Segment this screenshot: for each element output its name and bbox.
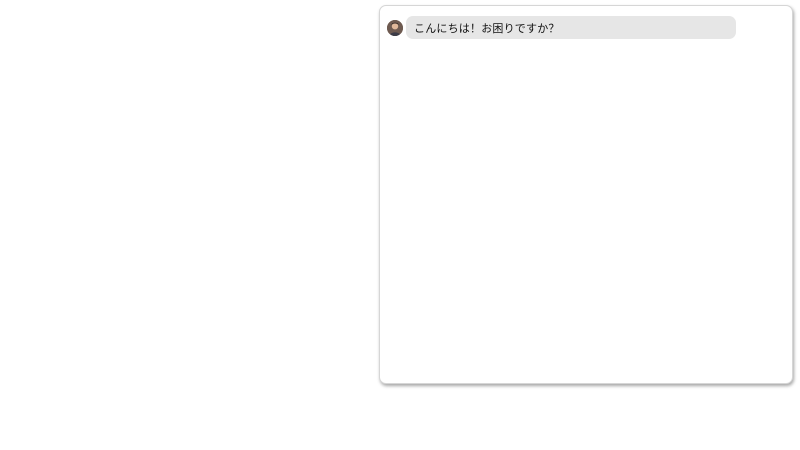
message-text: こんにちは！お困りですか？ xyxy=(414,21,560,35)
message-bubble: こんにちは！お困りですか？ xyxy=(406,16,736,39)
chat-message: こんにちは！お困りですか？ xyxy=(387,16,736,39)
page: こんにちは！お困りですか？ xyxy=(0,0,800,450)
chat-panel: こんにちは！お困りですか？ xyxy=(379,5,793,384)
avatar xyxy=(387,19,403,36)
person-avatar-icon xyxy=(387,19,403,36)
